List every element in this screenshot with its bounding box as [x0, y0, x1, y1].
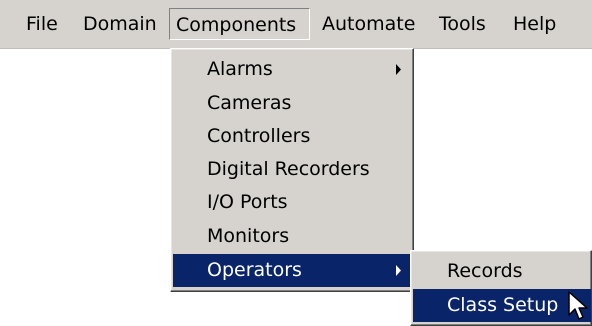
- menu-tools[interactable]: Tools: [433, 8, 492, 40]
- menu-item-operators[interactable]: Operators: [173, 254, 411, 287]
- submenu-arrow-icon: [395, 53, 403, 86]
- menu-item-label: Controllers: [207, 125, 311, 147]
- menu-item-alarms[interactable]: Alarms: [173, 53, 411, 86]
- menu-help[interactable]: Help: [507, 8, 562, 40]
- components-dropdown-menu: Alarms Cameras Controllers Digital Recor…: [170, 48, 414, 292]
- menu-item-label: Monitors: [207, 225, 290, 247]
- menu-item-label: Class Setup: [447, 294, 559, 316]
- mouse-pointer-icon: [568, 291, 588, 326]
- menu-file[interactable]: File: [20, 8, 64, 40]
- menu-item-label: Alarms: [207, 58, 273, 80]
- menu-item-class-setup[interactable]: Class Setup: [413, 289, 591, 322]
- menu-item-io-ports[interactable]: I/O Ports: [173, 186, 411, 219]
- menu-item-monitors[interactable]: Monitors: [173, 220, 411, 253]
- menu-components[interactable]: Components: [169, 8, 310, 40]
- menu-item-label: Digital Recorders: [207, 158, 370, 180]
- menu-item-records[interactable]: Records: [413, 255, 591, 288]
- menu-automate[interactable]: Automate: [316, 8, 421, 40]
- menu-item-label: I/O Ports: [207, 191, 288, 213]
- menu-item-label: Cameras: [207, 92, 292, 114]
- menu-item-cameras[interactable]: Cameras: [173, 87, 411, 120]
- submenu-arrow-icon: [395, 254, 403, 287]
- menu-domain[interactable]: Domain: [77, 8, 163, 40]
- menu-item-digital-recorders[interactable]: Digital Recorders: [173, 153, 411, 186]
- operators-submenu: Records Class Setup: [410, 250, 592, 326]
- menu-bar: File Domain Components Automate Tools He…: [0, 0, 592, 49]
- menu-item-controllers[interactable]: Controllers: [173, 120, 411, 153]
- menu-item-label: Records: [447, 260, 523, 282]
- menu-item-label: Operators: [207, 259, 302, 281]
